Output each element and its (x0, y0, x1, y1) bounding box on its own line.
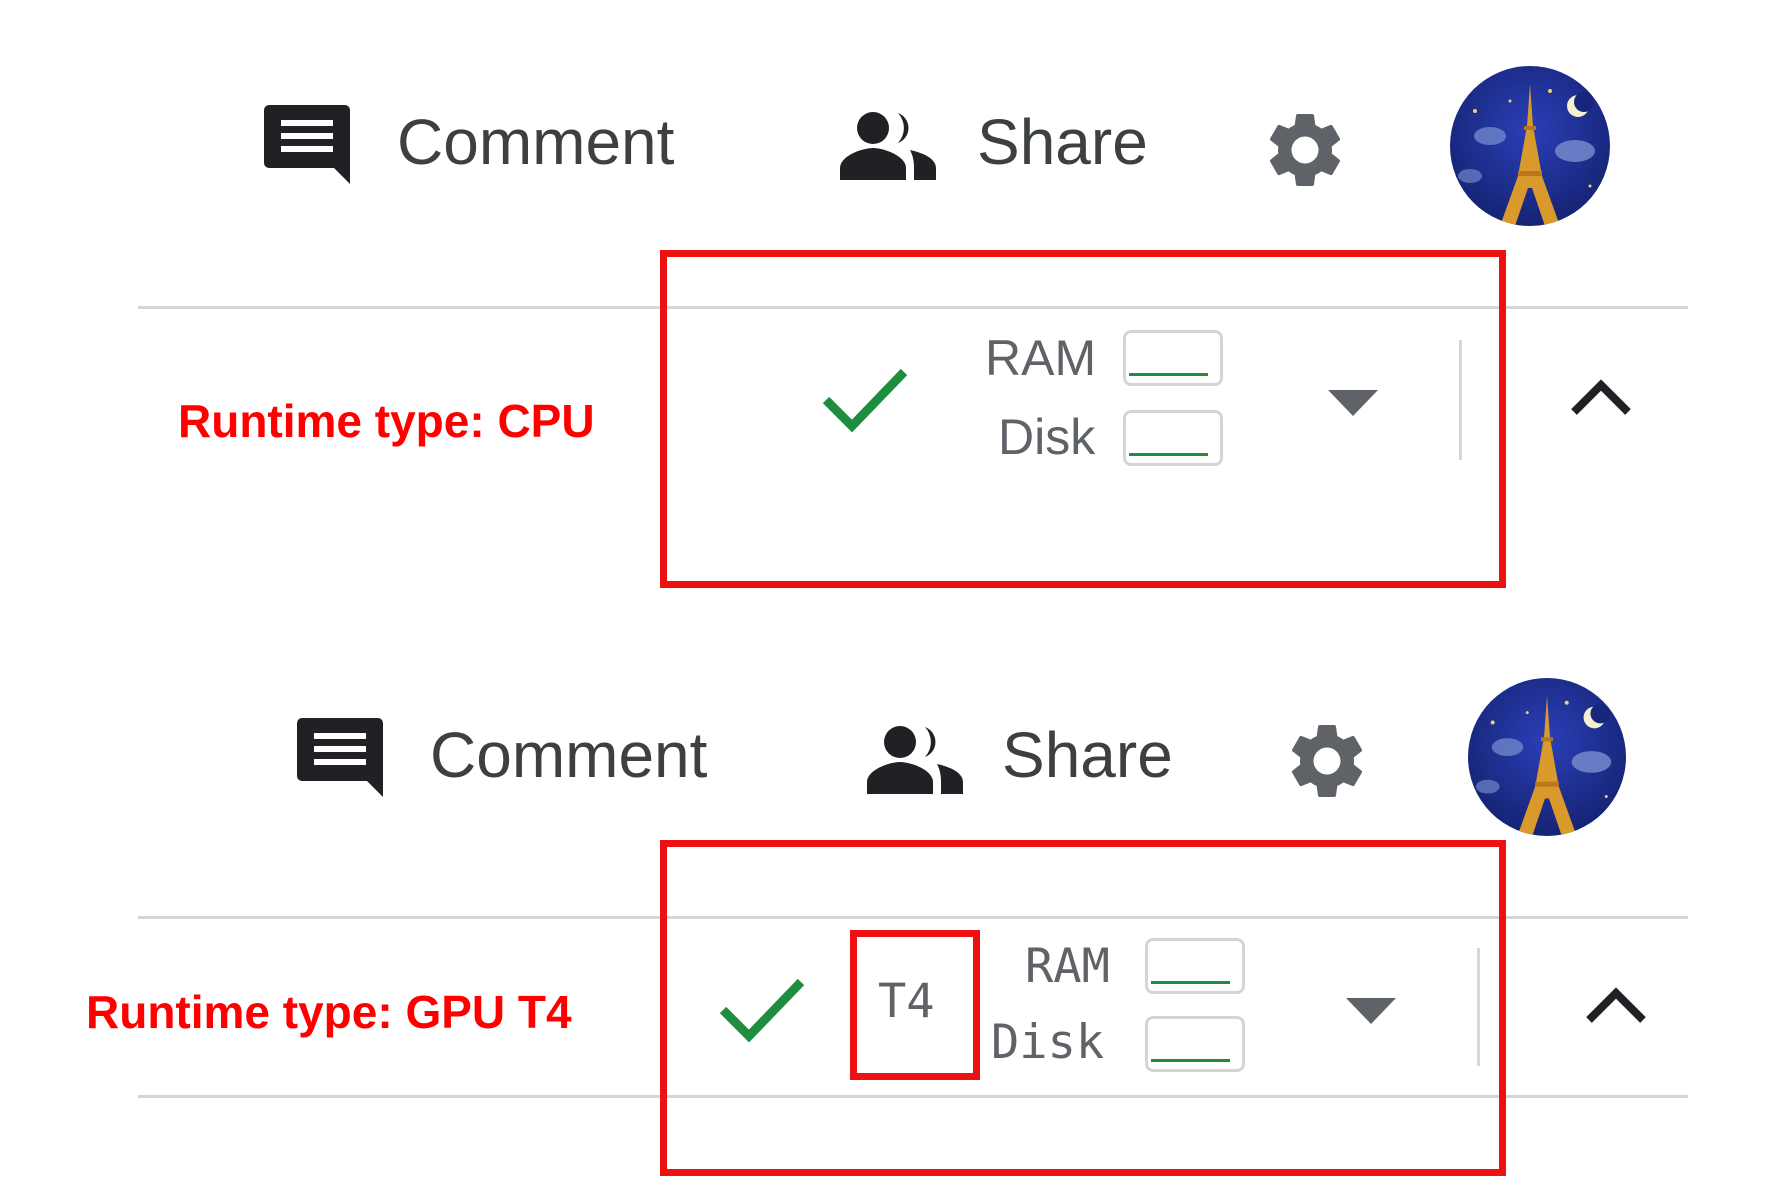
comment-button[interactable]: Comment (397, 110, 674, 174)
eiffel-tower-image (1458, 84, 1595, 226)
gear-icon[interactable] (1260, 105, 1350, 195)
comment-icon[interactable] (296, 716, 386, 800)
gear-icon[interactable] (1282, 716, 1372, 806)
eiffel-tower-image (1475, 695, 1612, 836)
chevron-up-icon[interactable] (1570, 376, 1632, 416)
people-icon[interactable] (865, 724, 965, 794)
comment-button[interactable]: Comment (430, 723, 707, 787)
share-button[interactable]: Share (977, 110, 1148, 174)
avatar[interactable] (1450, 66, 1610, 226)
share-button[interactable]: Share (1002, 723, 1173, 787)
avatar[interactable] (1468, 678, 1626, 836)
runtime-type-label: Runtime type: CPU (178, 395, 595, 447)
annotation-box (660, 840, 1506, 1176)
annotation-box (660, 250, 1506, 588)
chevron-up-icon[interactable] (1585, 984, 1647, 1024)
comment-icon[interactable] (263, 103, 353, 187)
people-icon[interactable] (838, 110, 938, 180)
runtime-type-label: Runtime type: GPU T4 (86, 986, 572, 1038)
